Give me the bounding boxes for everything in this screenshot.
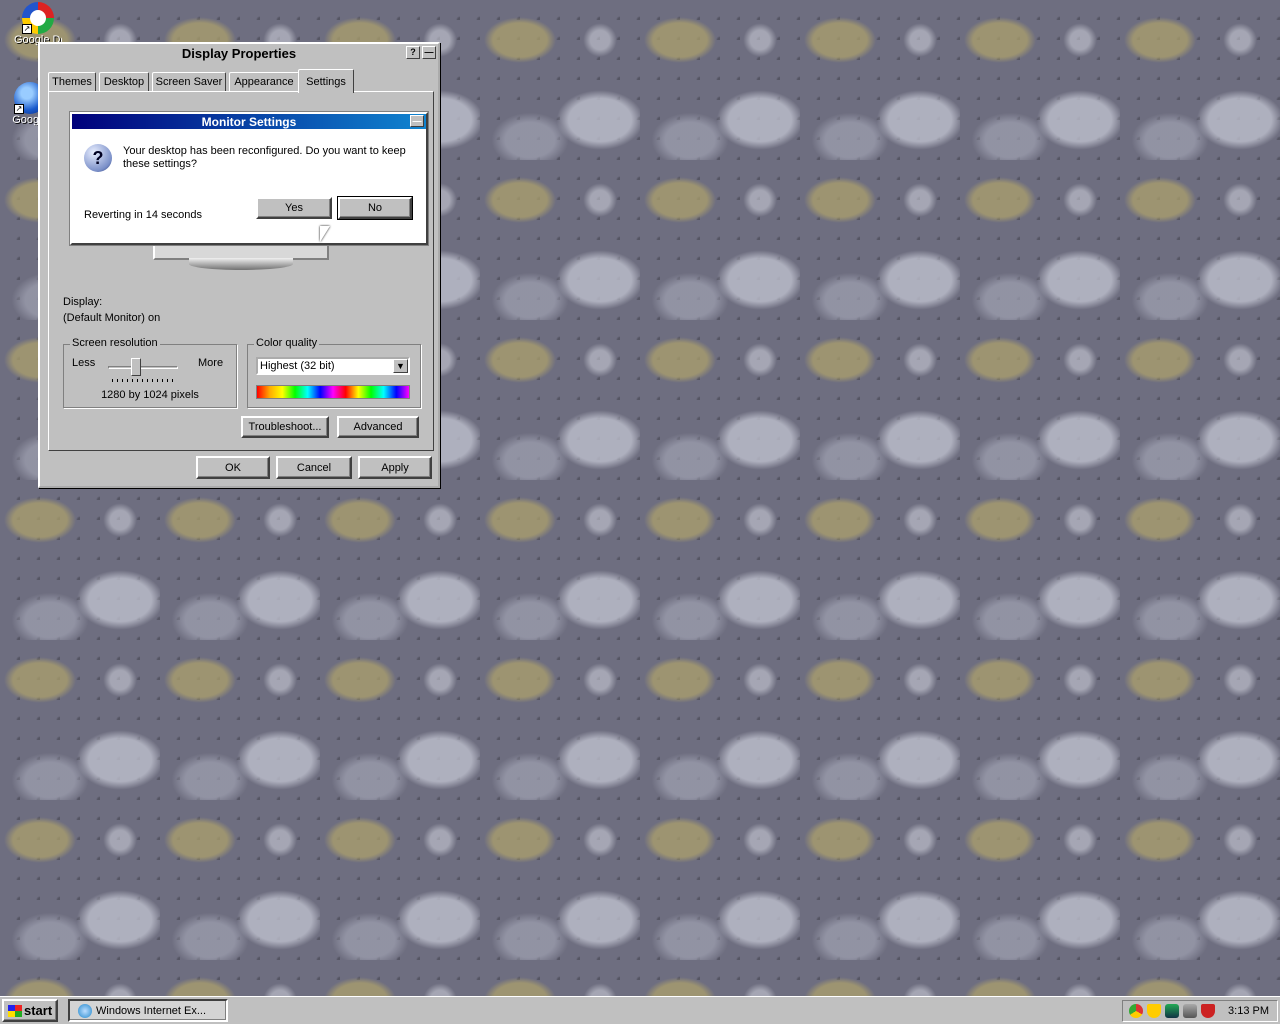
color-quality-label: Color quality xyxy=(254,337,320,349)
tab-desktop[interactable]: Desktop xyxy=(99,72,149,92)
google-desktop-icon: ↗ xyxy=(22,2,54,34)
start-label: start xyxy=(24,1003,53,1018)
revert-countdown: Reverting in 14 seconds xyxy=(84,209,203,221)
mouse-cursor-icon xyxy=(320,226,330,242)
tab-screen-saver[interactable]: Screen Saver xyxy=(152,72,226,92)
chevron-down-icon[interactable]: ▼ xyxy=(393,359,408,373)
apply-button[interactable]: Apply xyxy=(358,456,432,479)
dialog-titlebar[interactable]: Monitor Settings — xyxy=(72,114,426,129)
color-spectrum-bar xyxy=(256,385,410,399)
dialog-title: Monitor Settings xyxy=(201,114,297,129)
system-tray: 3:13 PM xyxy=(1122,1000,1278,1022)
dialog-message: Your desktop has been reconfigured. Do y… xyxy=(123,145,406,170)
resolution-slider-track[interactable] xyxy=(108,366,178,369)
no-button[interactable]: No xyxy=(337,196,413,220)
dialog-minimize-button[interactable]: — xyxy=(410,115,424,127)
monitor-settings-dialog: Monitor Settings — ? Your desktop has be… xyxy=(69,111,429,246)
taskbar-task-ie[interactable]: Windows Internet Ex... xyxy=(68,999,228,1022)
resolution-value: 1280 by 1024 pixels xyxy=(101,389,199,401)
window-titlebar[interactable]: Display Properties ? — xyxy=(40,44,438,62)
monitor-stand-icon xyxy=(189,258,293,270)
ie-icon xyxy=(78,1003,92,1018)
advanced-button[interactable]: Advanced xyxy=(337,416,419,438)
yes-button[interactable]: Yes xyxy=(256,197,332,219)
resolution-slider-thumb[interactable] xyxy=(131,358,141,376)
tab-appearance[interactable]: Appearance xyxy=(229,72,299,92)
display-label: Display: xyxy=(63,296,103,308)
clock: 3:13 PM xyxy=(1228,1005,1269,1017)
question-icon: ? xyxy=(84,144,112,172)
display-value: (Default Monitor) on xyxy=(63,312,161,324)
hardware-icon[interactable] xyxy=(1183,1004,1197,1018)
start-button[interactable]: start xyxy=(2,999,58,1022)
resolution-more-label: More xyxy=(198,357,224,369)
desktop-icon-google-desktop[interactable]: ↗ Google Desktop xyxy=(14,2,62,46)
minimize-button[interactable]: — xyxy=(422,46,436,59)
resolution-less-label: Less xyxy=(72,357,96,369)
chrome-icon[interactable] xyxy=(1129,1004,1143,1018)
tab-themes[interactable]: Themes xyxy=(48,72,96,92)
cancel-button[interactable]: Cancel xyxy=(276,456,352,479)
screen-resolution-label: Screen resolution xyxy=(70,337,160,349)
shield-icon[interactable] xyxy=(1147,1004,1161,1018)
troubleshoot-button[interactable]: Troubleshoot... xyxy=(241,416,329,438)
ok-button[interactable]: OK xyxy=(196,456,270,479)
antivirus-icon[interactable] xyxy=(1201,1004,1215,1018)
screen-resolution-group: Screen resolution Less More 1280 by 1024… xyxy=(63,337,237,408)
help-button[interactable]: ? xyxy=(406,46,420,59)
windows-logo-icon xyxy=(8,1004,22,1017)
network-warning-icon[interactable] xyxy=(1165,1004,1179,1018)
display-properties-window: Display Properties ? — Themes Desktop Sc… xyxy=(38,42,440,488)
shortcut-arrow-icon: ↗ xyxy=(22,24,32,34)
color-quality-select[interactable]: Highest (32 bit) ▼ xyxy=(256,357,410,375)
shortcut-arrow-icon: ↗ xyxy=(14,104,24,114)
slider-ticks xyxy=(112,379,174,382)
color-quality-group: Color quality Highest (32 bit) ▼ xyxy=(247,337,421,408)
taskbar: start Windows Internet Ex... 3:13 PM xyxy=(0,996,1280,1024)
color-quality-value: Highest (32 bit) xyxy=(260,360,335,372)
window-title: Display Properties xyxy=(181,45,297,61)
tab-settings[interactable]: Settings xyxy=(298,69,354,93)
task-label: Windows Internet Ex... xyxy=(96,1004,207,1017)
